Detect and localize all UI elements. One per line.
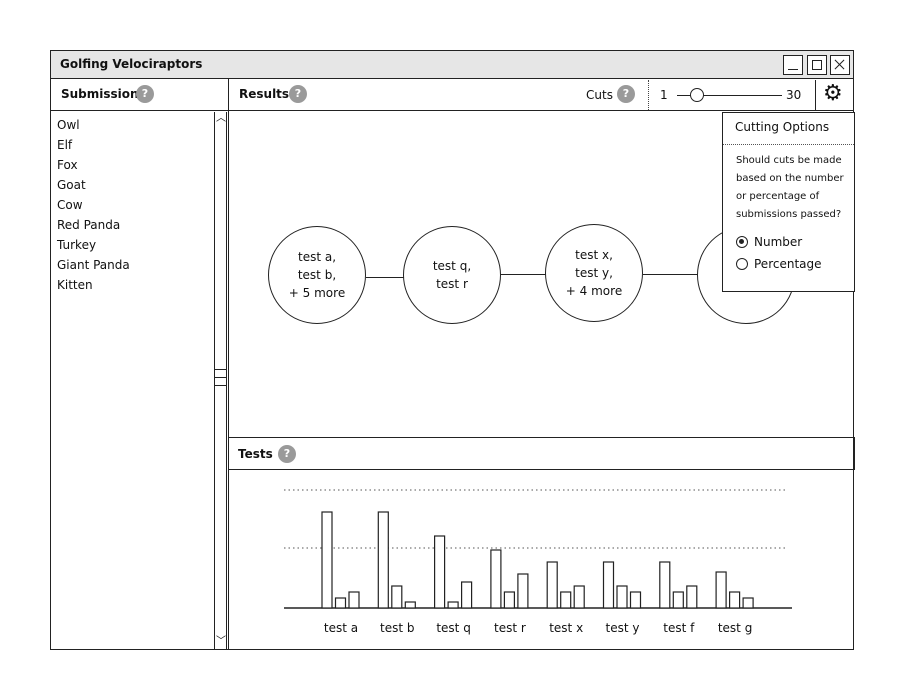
chart-bar bbox=[629, 591, 642, 609]
chart-bar bbox=[672, 591, 684, 609]
chart-bar bbox=[602, 561, 615, 609]
node-label: test y, bbox=[575, 266, 613, 280]
radio-selected-icon[interactable] bbox=[736, 236, 748, 248]
chart-bar bbox=[461, 581, 473, 609]
results-help-icon[interactable]: ? bbox=[289, 85, 307, 103]
chart-bar bbox=[729, 591, 741, 609]
cuts-label: Cuts bbox=[586, 88, 613, 102]
radio-label: Percentage bbox=[754, 257, 822, 271]
cuts-help-icon[interactable]: ? bbox=[617, 85, 635, 103]
node-label: test x, bbox=[575, 248, 613, 262]
gear-icon[interactable]: ⚙ bbox=[823, 83, 843, 105]
chart-bar bbox=[334, 597, 347, 609]
popup-divider bbox=[723, 144, 854, 145]
node-label: test q, bbox=[432, 259, 472, 273]
list-item[interactable]: Cow bbox=[57, 195, 130, 215]
slider-max-label: 30 bbox=[786, 88, 802, 102]
chart-bar bbox=[490, 549, 502, 609]
chart-bar bbox=[503, 591, 515, 609]
x-tick-label: test g bbox=[718, 621, 752, 635]
maximize-button[interactable] bbox=[807, 55, 827, 75]
result-node[interactable]: test q, test r bbox=[403, 226, 501, 324]
list-item[interactable]: Red Panda bbox=[57, 215, 130, 235]
node-label: + 5 more bbox=[288, 286, 346, 300]
list-item[interactable]: Goat bbox=[57, 175, 130, 195]
chart-bar bbox=[560, 591, 572, 609]
chart-bar bbox=[573, 585, 585, 609]
chart-bar bbox=[391, 585, 403, 609]
tests-header-bar: Tests ? bbox=[228, 437, 855, 470]
x-tick-label: test q bbox=[436, 621, 470, 635]
chart-bar bbox=[517, 573, 529, 609]
radio-empty-icon[interactable] bbox=[736, 258, 748, 270]
list-item[interactable]: Turkey bbox=[57, 235, 130, 255]
chart-bar bbox=[546, 561, 558, 609]
list-item[interactable]: Elf bbox=[57, 135, 130, 155]
chart-bar bbox=[616, 585, 628, 609]
scroll-down-icon[interactable]: ﹀ bbox=[216, 637, 226, 647]
graph-edge bbox=[501, 274, 548, 275]
slider-min-label: 1 bbox=[660, 88, 668, 102]
chart-bar bbox=[348, 591, 360, 609]
chart-bar bbox=[447, 601, 459, 609]
x-tick-label: test r bbox=[494, 621, 526, 635]
chart-bar bbox=[715, 571, 727, 609]
radio-percentage[interactable]: Percentage bbox=[736, 257, 822, 271]
result-node[interactable]: test x, test y, + 4 more bbox=[545, 224, 643, 322]
cutting-options-popup: Cutting Options Should cuts be made base… bbox=[722, 112, 855, 292]
chart-bar bbox=[686, 585, 698, 609]
submissions-header: Submissions bbox=[61, 87, 146, 101]
cuts-slider-handle[interactable] bbox=[690, 88, 704, 102]
radio-number[interactable]: Number bbox=[736, 235, 802, 249]
header-divider bbox=[51, 110, 853, 111]
chart-bar bbox=[659, 561, 671, 609]
list-item[interactable]: Fox bbox=[57, 155, 130, 175]
x-tick-label: test b bbox=[380, 621, 414, 635]
node-label: + 4 more bbox=[565, 284, 623, 298]
popup-title: Cutting Options bbox=[735, 120, 830, 134]
result-node[interactable]: test a, test b, + 5 more bbox=[268, 226, 366, 324]
popup-question: Should cuts be made based on the number … bbox=[736, 155, 844, 220]
node-label: test r bbox=[436, 277, 468, 291]
x-tick-label: test y bbox=[606, 621, 640, 635]
submissions-help-icon[interactable]: ? bbox=[136, 85, 154, 103]
x-tick-label: test x bbox=[549, 621, 583, 635]
cuts-separator bbox=[648, 80, 649, 110]
title-bar: Golfing Velociraptors bbox=[51, 51, 853, 79]
tests-header: Tests bbox=[238, 447, 273, 461]
list-item[interactable]: Giant Panda bbox=[57, 255, 130, 275]
column-divider bbox=[228, 79, 229, 649]
window-title: Golfing Velociraptors bbox=[60, 57, 203, 71]
tests-chart: test a test b test q test r test x test y test… bbox=[284, 489, 792, 635]
radio-label: Number bbox=[754, 235, 803, 249]
list-item[interactable]: Kitten bbox=[57, 275, 130, 295]
x-tick-label: test f bbox=[663, 621, 695, 635]
scroll-up-icon[interactable]: ︿ bbox=[216, 114, 226, 124]
submissions-scrollbar[interactable]: ︿ ﹀ bbox=[214, 112, 227, 649]
node-label: test a, bbox=[297, 250, 337, 264]
x-tick-label: test a bbox=[324, 621, 358, 635]
chart-bar bbox=[377, 511, 389, 609]
results-header: Results bbox=[239, 87, 290, 101]
chart-bar bbox=[404, 601, 416, 609]
graph-edge bbox=[366, 277, 406, 278]
chart-bar bbox=[742, 597, 754, 609]
close-button[interactable] bbox=[830, 55, 850, 75]
tests-help-icon[interactable]: ? bbox=[278, 445, 296, 463]
gear-separator bbox=[815, 80, 816, 110]
graph-edge bbox=[643, 274, 698, 275]
list-item[interactable]: Owl bbox=[57, 115, 130, 135]
chart-bar bbox=[434, 535, 446, 609]
submissions-list: Owl Elf Fox Goat Cow Red Panda Turkey Giant Pan… bbox=[57, 115, 130, 295]
node-label: test b, bbox=[297, 268, 337, 282]
minimize-button[interactable] bbox=[783, 55, 803, 75]
chart-bar bbox=[321, 511, 333, 609]
